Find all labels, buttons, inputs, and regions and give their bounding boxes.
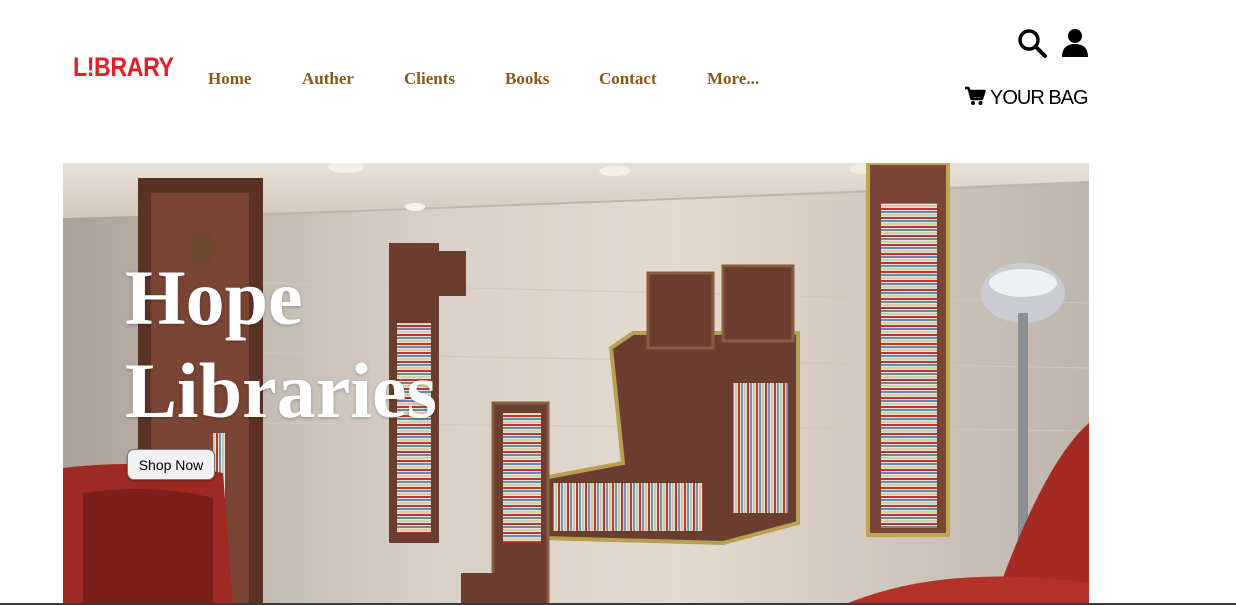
nav-books[interactable]: Books bbox=[505, 69, 549, 89]
nav-clients[interactable]: Clients bbox=[404, 69, 455, 89]
cart-icon bbox=[964, 86, 986, 111]
nav-contact[interactable]: Contact bbox=[599, 69, 657, 89]
your-bag-button[interactable]: YOUR BAG bbox=[964, 86, 1089, 111]
shop-now-button[interactable]: Shop Now bbox=[127, 449, 215, 480]
nav-more[interactable]: More... bbox=[707, 69, 759, 89]
hero-banner: Hope Libraries Shop Now bbox=[63, 163, 1089, 605]
hero-title: Hope Libraries bbox=[125, 251, 437, 437]
hero-title-line1: Hope bbox=[125, 254, 303, 341]
user-icon[interactable] bbox=[1061, 28, 1089, 63]
your-bag-label: YOUR BAG bbox=[990, 86, 1089, 109]
logo[interactable]: L!BRARY bbox=[73, 54, 174, 81]
nav-home[interactable]: Home bbox=[208, 69, 251, 89]
nav-auther[interactable]: Auther bbox=[302, 69, 354, 89]
search-icon[interactable] bbox=[1017, 28, 1048, 64]
hero-title-line2: Libraries bbox=[125, 347, 437, 434]
